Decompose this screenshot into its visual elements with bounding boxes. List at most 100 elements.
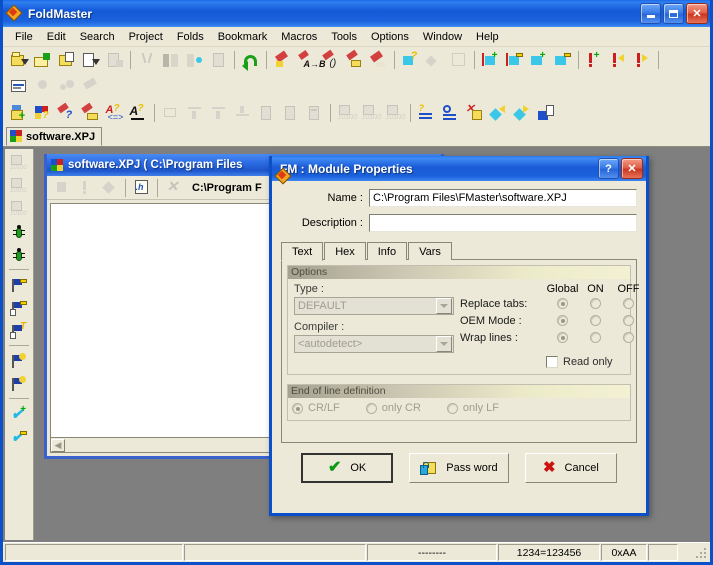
password-button[interactable]: Pass word bbox=[409, 453, 509, 483]
tab-hex[interactable]: Hex bbox=[324, 242, 366, 260]
next-diamond-icon[interactable] bbox=[511, 102, 534, 124]
description-input[interactable] bbox=[369, 214, 637, 232]
find-options-icon[interactable] bbox=[367, 49, 390, 71]
breakpoint-condition-icon[interactable]: T bbox=[7, 320, 31, 342]
undo-icon[interactable] bbox=[239, 49, 262, 71]
check-remove-icon[interactable]: ✔ bbox=[7, 426, 31, 448]
breakpoint-next-icon[interactable] bbox=[7, 350, 31, 372]
new-module-icon[interactable] bbox=[7, 49, 30, 71]
oem-mode-on-radio[interactable] bbox=[590, 315, 601, 326]
menu-tools[interactable]: Tools bbox=[324, 29, 364, 45]
marker-prev-icon[interactable] bbox=[607, 49, 630, 71]
type-combobox[interactable]: DEFAULT bbox=[294, 297, 454, 315]
add-module-icon[interactable]: + bbox=[7, 102, 30, 124]
dialog-help-button[interactable]: ? bbox=[598, 158, 619, 179]
menu-edit[interactable]: Edit bbox=[40, 29, 73, 45]
menu-bookmark[interactable]: Bookmark bbox=[211, 29, 275, 45]
fold-all-remove-icon[interactable] bbox=[551, 49, 574, 71]
replace-icon[interactable]: A→B bbox=[295, 49, 326, 71]
fold-remove-icon[interactable] bbox=[503, 49, 526, 71]
select-all-icon bbox=[447, 49, 470, 71]
find-help-icon[interactable]: ? bbox=[55, 102, 78, 124]
marker-next-icon[interactable] bbox=[631, 49, 654, 71]
bookmark-help-icon[interactable]: ? bbox=[399, 49, 422, 71]
eol-crlf-option[interactable]: CR/LF bbox=[292, 402, 340, 414]
eol-lf-option[interactable]: only LF bbox=[446, 402, 499, 414]
find-brackets-icon[interactable]: () bbox=[319, 49, 342, 71]
find-icon[interactable] bbox=[271, 49, 294, 71]
indent-right-icon bbox=[207, 102, 230, 124]
eol-lf-radio[interactable] bbox=[446, 402, 458, 414]
find-folder-help-icon[interactable] bbox=[79, 102, 102, 124]
marker-add-icon[interactable]: + bbox=[583, 49, 606, 71]
scroll-left-icon[interactable]: ◀ bbox=[51, 438, 65, 452]
define-symbol-icon[interactable]: A? bbox=[127, 102, 150, 124]
close-x-icon[interactable]: ✕ bbox=[162, 177, 185, 199]
chevron-down-icon[interactable] bbox=[436, 336, 452, 352]
breakpoint-file-icon[interactable] bbox=[7, 297, 31, 319]
save-module-icon[interactable] bbox=[55, 49, 78, 71]
close-button[interactable]: ✕ bbox=[686, 3, 708, 24]
options-left-column: Type : DEFAULT Compiler : <autodetect> bbox=[294, 283, 454, 368]
menu-help[interactable]: Help bbox=[469, 29, 506, 45]
menu-window[interactable]: Window bbox=[416, 29, 469, 45]
autocomplete-icon[interactable]: A? <=> bbox=[103, 102, 126, 124]
project-tab-software-xpj[interactable]: software.XPJ bbox=[6, 127, 103, 146]
list-disable-icon[interactable] bbox=[439, 102, 462, 124]
oem-mode-off-radio[interactable] bbox=[623, 315, 634, 326]
list-help-icon[interactable]: ? bbox=[415, 102, 438, 124]
tab-vars[interactable]: Vars bbox=[408, 242, 452, 260]
copy-icon[interactable] bbox=[159, 49, 182, 71]
menu-folds[interactable]: Folds bbox=[170, 29, 211, 45]
ok-button[interactable]: ✔ OK bbox=[301, 453, 394, 483]
menu-file[interactable]: File bbox=[8, 29, 40, 45]
menu-project[interactable]: Project bbox=[122, 29, 170, 45]
menu-search[interactable]: Search bbox=[73, 29, 122, 45]
check-add-icon[interactable]: ✔ + bbox=[7, 403, 31, 425]
find-in-folder-icon[interactable] bbox=[343, 49, 366, 71]
eol-crlf-radio[interactable] bbox=[292, 402, 303, 414]
wrap-lines-off-radio[interactable] bbox=[623, 332, 634, 343]
binary-2-icon: 10100 bbox=[359, 102, 382, 124]
prev-diamond-icon[interactable] bbox=[487, 102, 510, 124]
list-delete-icon[interactable]: ✕ bbox=[463, 102, 486, 124]
eol-cr-radio[interactable] bbox=[365, 402, 377, 414]
fold-all-add-icon[interactable]: + bbox=[527, 49, 550, 71]
eol-cr-option[interactable]: only CR bbox=[365, 402, 421, 414]
debug-start-icon[interactable] bbox=[7, 221, 31, 243]
module-info-icon[interactable]: ? bbox=[31, 102, 54, 124]
goto-definition-icon[interactable] bbox=[535, 102, 558, 124]
cancel-button-label: Cancel bbox=[564, 462, 599, 474]
menu-options[interactable]: Options bbox=[364, 29, 416, 45]
header-file-icon[interactable]: .h bbox=[130, 177, 153, 199]
tab-info[interactable]: Info bbox=[366, 242, 408, 260]
breakpoint-prev-icon[interactable] bbox=[7, 373, 31, 395]
tab-text[interactable]: Text bbox=[281, 242, 324, 261]
dialog-close-button[interactable]: ✕ bbox=[621, 158, 643, 179]
readonly-checkbox[interactable] bbox=[546, 356, 558, 368]
minimize-button[interactable] bbox=[640, 3, 661, 24]
resize-grip[interactable] bbox=[694, 546, 708, 560]
fold-add-icon[interactable]: + bbox=[479, 49, 502, 71]
breakpoint-toggle-icon[interactable] bbox=[7, 274, 31, 296]
wrap-lines-on-radio[interactable] bbox=[590, 332, 601, 343]
paste-icon[interactable] bbox=[183, 49, 206, 71]
open-module-icon[interactable] bbox=[31, 49, 54, 71]
chevron-down-icon[interactable] bbox=[436, 298, 452, 314]
replace-tabs-on-radio[interactable] bbox=[590, 298, 601, 309]
save-as-icon[interactable] bbox=[79, 49, 102, 71]
wrap-lines-global-radio[interactable] bbox=[557, 332, 568, 343]
replace-tabs-global-radio[interactable] bbox=[557, 298, 568, 309]
dialog-buttons: ✔ OK Pass word ✖ Cancel bbox=[281, 443, 637, 495]
titlebar: FoldMaster ✕ bbox=[3, 0, 710, 27]
name-input[interactable]: C:\Program Files\FMaster\software.XPJ bbox=[369, 189, 637, 207]
cancel-button[interactable]: ✖ Cancel bbox=[524, 453, 617, 483]
replace-tabs-off-radio[interactable] bbox=[623, 298, 634, 309]
menu-macros[interactable]: Macros bbox=[274, 29, 324, 45]
maximize-button[interactable] bbox=[663, 3, 684, 24]
oem-mode-global-radio[interactable] bbox=[557, 315, 568, 326]
debug-stop-icon[interactable] bbox=[7, 244, 31, 266]
compiler-combobox[interactable]: <autodetect> bbox=[294, 335, 454, 353]
project-window-icon[interactable] bbox=[7, 75, 30, 97]
sort-icon bbox=[423, 49, 446, 71]
